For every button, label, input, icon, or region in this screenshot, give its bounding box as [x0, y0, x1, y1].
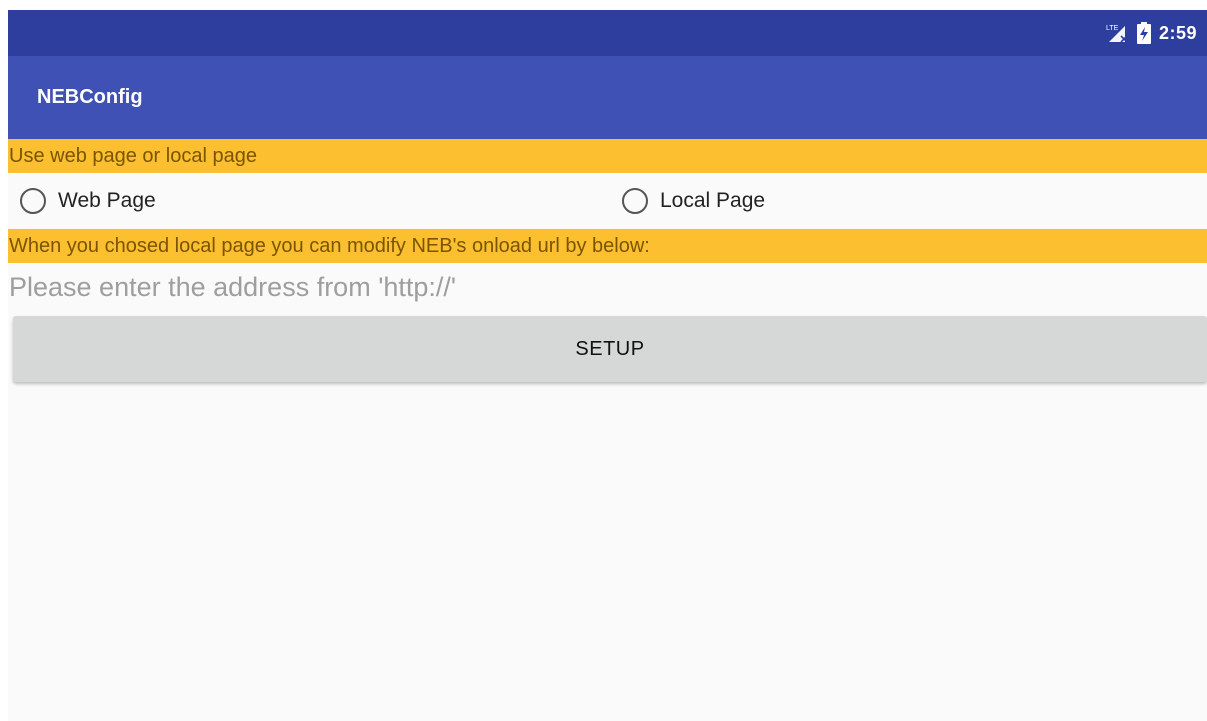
status-bar: LTE 2:59 — [8, 10, 1207, 56]
battery-charging-icon — [1136, 22, 1151, 44]
setup-button[interactable]: SETUP — [13, 316, 1207, 382]
mode-radio-group: Web Page Local Page — [8, 173, 1207, 229]
local-page-radio-label: Local Page — [660, 189, 766, 212]
local-page-radio[interactable]: Local Page — [622, 188, 765, 214]
app-bar: NEBConfig — [8, 56, 1207, 139]
svg-text:LTE: LTE — [1106, 25, 1119, 32]
web-page-radio[interactable]: Web Page — [20, 188, 156, 214]
status-icons: LTE 2:59 — [1105, 22, 1197, 44]
status-time: 2:59 — [1158, 22, 1197, 43]
url-input[interactable] — [8, 263, 1189, 311]
mode-banner: Use web page or local page — [8, 139, 1207, 173]
lte-signal-icon: LTE — [1105, 23, 1129, 43]
web-page-radio-label: Web Page — [58, 189, 156, 212]
radio-unchecked-icon — [20, 188, 46, 214]
app-screen: LTE 2:59 NEBConfig Use web page or local… — [8, 10, 1207, 721]
url-banner: When you chosed local page you can modif… — [8, 229, 1207, 263]
radio-unchecked-icon — [622, 188, 648, 214]
app-title: NEBConfig — [37, 86, 143, 108]
